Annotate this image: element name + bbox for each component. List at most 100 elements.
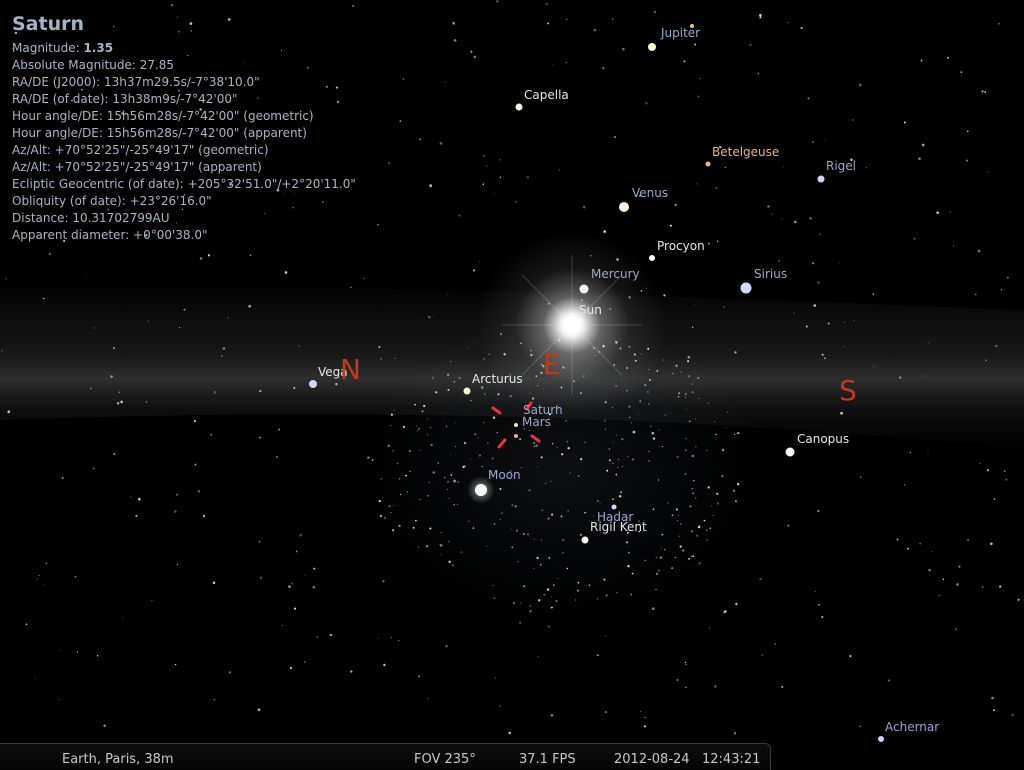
background-star	[580, 457, 583, 461]
background-star	[927, 450, 929, 452]
background-star	[621, 438, 624, 441]
background-star	[547, 625, 550, 628]
background-star	[695, 418, 697, 420]
info-line: Ecliptic Geocentric (of date): +205°32'5…	[12, 177, 356, 191]
background-star	[678, 392, 681, 395]
background-star	[316, 636, 318, 638]
background-star	[367, 456, 370, 460]
background-star	[984, 91, 987, 94]
background-star	[707, 402, 710, 404]
background-star	[613, 136, 617, 139]
label-arcturus[interactable]: Arcturus	[472, 372, 523, 386]
label-betelgeuse[interactable]: Betelgeuse	[712, 145, 779, 159]
label-moon[interactable]: Moon	[488, 468, 521, 482]
background-star	[778, 259, 781, 262]
background-star	[691, 383, 693, 385]
label-sun[interactable]: Sun	[579, 303, 602, 317]
background-star	[416, 430, 419, 432]
background-star	[723, 306, 725, 308]
background-star	[774, 643, 776, 645]
background-star	[291, 582, 294, 585]
background-star	[652, 508, 655, 510]
background-star	[627, 551, 630, 554]
background-star	[657, 479, 660, 481]
background-star	[398, 477, 401, 480]
background-star	[379, 357, 383, 360]
background-star	[455, 445, 457, 447]
label-sirius[interactable]: Sirius	[754, 267, 787, 281]
background-star	[583, 512, 586, 514]
background-star	[689, 505, 692, 508]
background-star	[993, 498, 996, 500]
background-star	[448, 540, 450, 543]
label-canopus[interactable]: Canopus	[797, 432, 849, 446]
label-venus[interactable]: Venus	[632, 186, 668, 200]
info-line: Az/Alt: +70°52'25"/-25°49'17" (geometric…	[12, 143, 269, 157]
status-location[interactable]: Earth, Paris, 38m	[62, 752, 174, 767]
background-star	[566, 567, 569, 570]
background-star	[676, 678, 679, 682]
background-star	[627, 455, 629, 457]
betelgeuse-dot	[705, 161, 711, 167]
background-star	[602, 345, 605, 348]
background-star	[603, 419, 606, 422]
background-star	[697, 376, 700, 379]
background-star	[621, 47, 625, 51]
background-star	[284, 271, 288, 274]
background-star	[439, 543, 441, 545]
background-star	[523, 585, 526, 588]
background-star	[562, 551, 564, 554]
status-date[interactable]: 2012-08-24	[614, 752, 690, 767]
background-star	[853, 319, 855, 322]
label-mercury[interactable]: Mercury	[591, 267, 640, 281]
jupiter-dot	[648, 43, 656, 51]
background-star	[812, 262, 815, 265]
background-star	[376, 223, 379, 226]
background-star	[1005, 478, 1008, 481]
background-star	[482, 154, 485, 157]
background-star	[390, 637, 392, 639]
background-star	[918, 157, 921, 160]
background-star	[499, 176, 502, 178]
background-star	[380, 478, 382, 480]
background-star	[550, 480, 552, 482]
label-jupiter[interactable]: Jupiter	[661, 26, 700, 40]
label-rigil-kent[interactable]: Rigil Kent	[590, 520, 647, 534]
background-star	[444, 81, 446, 83]
background-star	[695, 497, 697, 499]
arcturus-dot	[463, 387, 471, 395]
background-star	[391, 449, 394, 452]
background-star	[597, 654, 599, 657]
label-procyon[interactable]: Procyon	[657, 239, 705, 253]
background-star	[625, 389, 628, 392]
background-star	[688, 420, 691, 423]
background-star	[942, 578, 945, 581]
label-achernar[interactable]: Achernar	[885, 720, 939, 734]
background-star	[958, 565, 961, 568]
label-capella[interactable]: Capella	[524, 88, 569, 102]
label-rigel[interactable]: Rigel	[826, 159, 856, 173]
background-star	[582, 375, 585, 378]
background-star	[706, 539, 708, 541]
status-time[interactable]: 12:43:21	[702, 752, 760, 767]
label-mars[interactable]: Mars	[522, 415, 551, 429]
background-star	[419, 449, 421, 451]
background-star	[511, 528, 513, 530]
background-star	[612, 407, 613, 409]
background-star	[981, 90, 984, 93]
background-star	[213, 390, 217, 394]
background-star	[669, 224, 672, 227]
background-star	[582, 205, 586, 209]
background-star	[281, 624, 283, 626]
background-star	[513, 602, 515, 604]
background-star	[352, 4, 355, 7]
background-star	[632, 430, 636, 434]
background-star	[378, 346, 381, 348]
background-star	[633, 353, 636, 356]
background-star	[606, 469, 609, 472]
background-star	[707, 242, 710, 245]
background-star	[393, 504, 395, 506]
background-star	[7, 410, 11, 414]
background-star	[995, 344, 998, 348]
info-line: Az/Alt: +70°52'25"/-25°49'17" (apparent)	[12, 160, 262, 174]
